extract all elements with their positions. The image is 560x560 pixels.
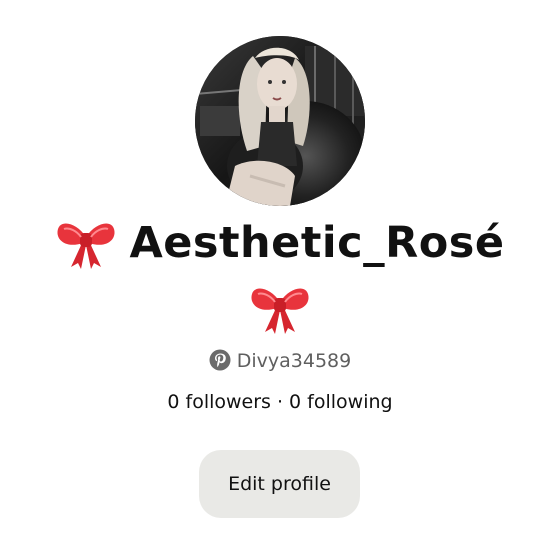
ribbon-bow-icon xyxy=(249,280,311,334)
profile-username[interactable]: Divya34589 xyxy=(237,350,351,372)
edit-profile-button[interactable]: Edit profile xyxy=(199,450,360,518)
avatar-photo xyxy=(195,36,365,206)
profile-display-name: Aesthetic_Rosé xyxy=(129,218,505,268)
profile-name-row: Aesthetic_Rosé xyxy=(0,212,560,274)
avatar[interactable] xyxy=(195,36,365,206)
follow-stats[interactable]: 0 followers · 0 following xyxy=(0,387,560,417)
ribbon-bow-icon xyxy=(55,215,117,269)
profile-handle-row: Divya34589 xyxy=(0,346,560,376)
pinterest-logo-icon xyxy=(209,349,231,371)
profile-header: Aesthetic_Rosé Divya34589 0 followers · … xyxy=(0,0,560,560)
